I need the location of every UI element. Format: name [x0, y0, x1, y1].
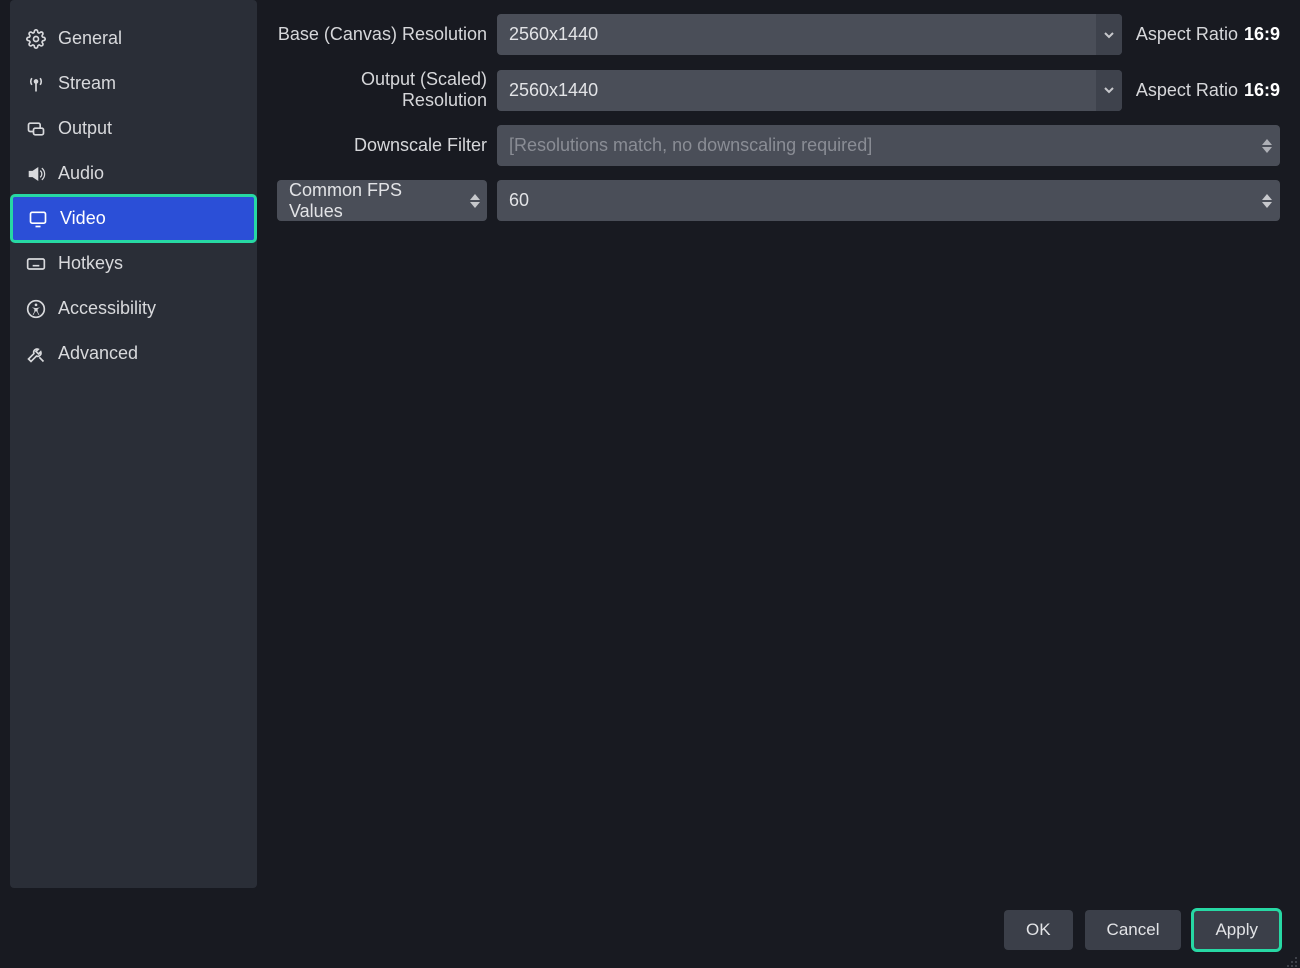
- tools-icon: [26, 344, 46, 364]
- antenna-icon: [26, 74, 46, 94]
- base-resolution-label: Base (Canvas) Resolution: [277, 24, 487, 45]
- base-aspect-ratio: Aspect Ratio 16:9: [1132, 24, 1280, 45]
- base-resolution-value: 2560x1440: [509, 24, 1096, 45]
- settings-sidebar: General Stream Output Audio Video: [10, 0, 257, 888]
- base-resolution-row: Base (Canvas) Resolution 2560x1440 Aspec…: [277, 14, 1280, 55]
- fps-value: 60: [509, 190, 1254, 211]
- fps-mode-label: Common FPS Values: [289, 180, 454, 222]
- output-resolution-value: 2560x1440: [509, 80, 1096, 101]
- chevron-down-icon: [1096, 14, 1122, 55]
- output-resolution-label: Output (Scaled) Resolution: [277, 69, 487, 111]
- sidebar-item-label: Output: [58, 118, 112, 139]
- sidebar-item-label: Video: [60, 208, 106, 229]
- apply-button[interactable]: Apply: [1193, 910, 1280, 950]
- ok-button[interactable]: OK: [1004, 910, 1073, 950]
- downscale-filter-row: Downscale Filter [Resolutions match, no …: [277, 125, 1280, 166]
- chevron-down-icon: [1096, 70, 1122, 111]
- sidebar-item-advanced[interactable]: Advanced: [10, 331, 257, 376]
- sidebar-item-label: Stream: [58, 73, 116, 94]
- output-resolution-row: Output (Scaled) Resolution 2560x1440 Asp…: [277, 69, 1280, 111]
- sidebar-item-label: Audio: [58, 163, 104, 184]
- sidebar-item-hotkeys[interactable]: Hotkeys: [10, 241, 257, 286]
- downscale-filter-label: Downscale Filter: [277, 135, 487, 156]
- monitor-icon: [28, 209, 48, 229]
- cancel-button[interactable]: Cancel: [1085, 910, 1182, 950]
- stepper-icon: [1254, 125, 1280, 166]
- sidebar-item-label: Hotkeys: [58, 253, 123, 274]
- sidebar-item-output[interactable]: Output: [10, 106, 257, 151]
- stepper-icon: [462, 180, 487, 221]
- downscale-filter-value: [Resolutions match, no downscaling requi…: [509, 135, 1254, 156]
- output-aspect-ratio: Aspect Ratio 16:9: [1132, 80, 1280, 101]
- base-resolution-select[interactable]: 2560x1440: [497, 14, 1122, 55]
- stepper-icon: [1254, 180, 1280, 221]
- dialog-footer: OK Cancel Apply: [1004, 910, 1280, 950]
- output-icon: [26, 119, 46, 139]
- sidebar-item-video[interactable]: Video: [12, 196, 255, 241]
- fps-value-select[interactable]: 60: [497, 180, 1280, 221]
- keyboard-icon: [26, 254, 46, 274]
- downscale-filter-select[interactable]: [Resolutions match, no downscaling requi…: [497, 125, 1280, 166]
- settings-window: General Stream Output Audio Video: [0, 0, 1300, 968]
- output-resolution-select[interactable]: 2560x1440: [497, 70, 1122, 111]
- gear-icon: [26, 29, 46, 49]
- resize-grip-icon[interactable]: [1284, 952, 1298, 966]
- sidebar-item-label: General: [58, 28, 122, 49]
- sidebar-item-accessibility[interactable]: Accessibility: [10, 286, 257, 331]
- sidebar-item-general[interactable]: General: [10, 16, 257, 61]
- fps-mode-select[interactable]: Common FPS Values: [277, 180, 487, 221]
- video-settings-panel: Base (Canvas) Resolution 2560x1440 Aspec…: [257, 0, 1300, 968]
- speaker-icon: [26, 164, 46, 184]
- accessibility-icon: [26, 299, 46, 319]
- sidebar-item-label: Accessibility: [58, 298, 156, 319]
- sidebar-item-label: Advanced: [58, 343, 138, 364]
- sidebar-item-stream[interactable]: Stream: [10, 61, 257, 106]
- sidebar-item-audio[interactable]: Audio: [10, 151, 257, 196]
- fps-row: Common FPS Values 60: [277, 180, 1280, 221]
